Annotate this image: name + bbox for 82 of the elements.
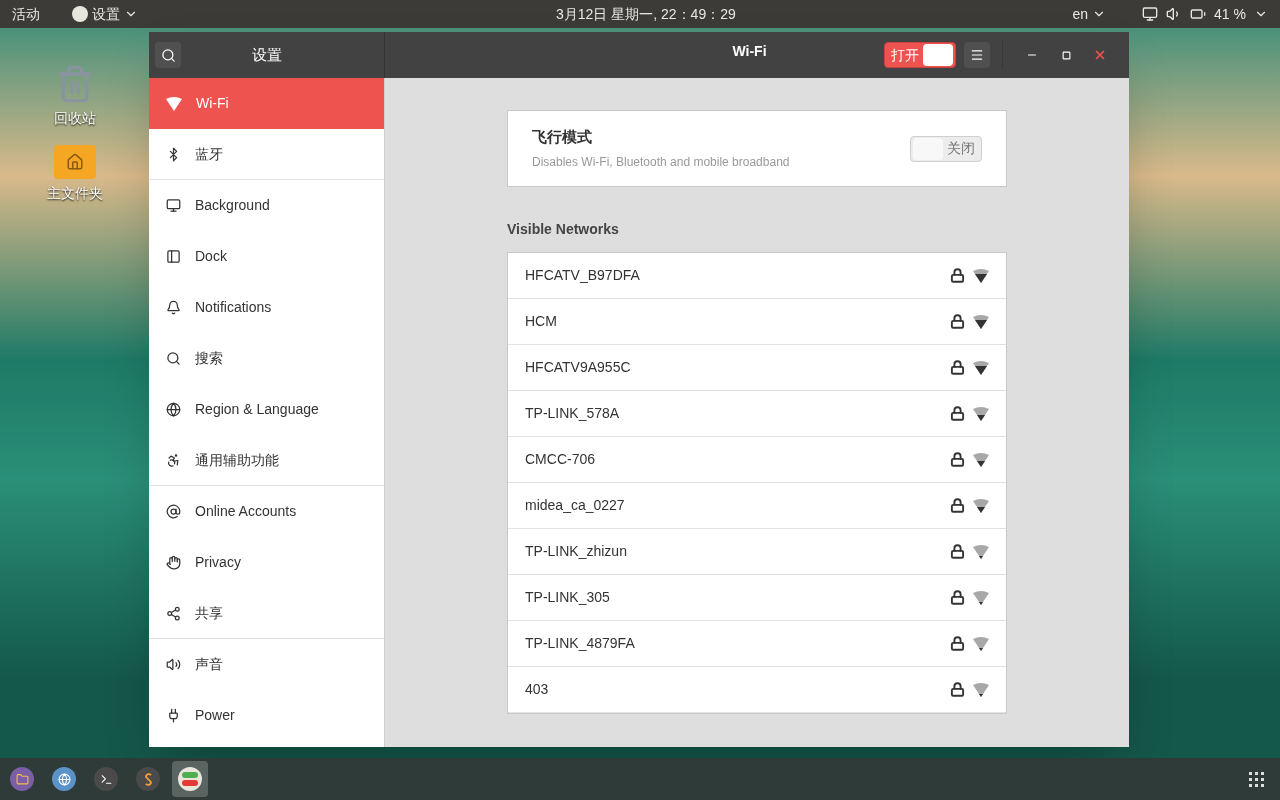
lock-icon	[950, 360, 965, 375]
sidebar-item[interactable]: 搜索	[149, 333, 384, 384]
sidebar-item[interactable]: Online Accounts	[149, 486, 384, 537]
desktop-icon-label: 主文件夹	[46, 184, 103, 203]
signal-icon	[973, 590, 989, 605]
sidebar-title: 设置	[250, 44, 283, 65]
sidebar-item[interactable]: Notifications	[149, 282, 384, 333]
maximize-icon	[1061, 50, 1071, 60]
lock-icon	[950, 406, 965, 421]
network-row[interactable]: 403	[508, 667, 1006, 713]
app-menu[interactable]: 设置	[72, 3, 138, 25]
airplane-mode-title: 飞行模式	[532, 127, 593, 148]
home-folder-icon[interactable]	[53, 145, 96, 179]
bell-icon	[166, 300, 181, 315]
airplane-mode-description: Disables Wi-Fi, Bluetooth and mobile broadband	[532, 153, 790, 171]
menu-icon	[970, 48, 984, 62]
menu-button[interactable]	[964, 42, 990, 68]
sidebar-item[interactable]: Privacy	[149, 537, 384, 588]
lock-icon	[950, 590, 965, 605]
desktop-icon-label: 回收站	[53, 109, 96, 128]
dock-icon	[166, 249, 181, 264]
network-icon	[1142, 6, 1159, 22]
sidebar-item[interactable]: 蓝牙	[149, 129, 384, 180]
signal-icon	[973, 360, 989, 375]
network-row[interactable]: midea_ca_0227	[508, 483, 1006, 529]
clock[interactable]: 3月12日 星期一, 22：49：29	[556, 3, 736, 25]
sidebar-item[interactable]: 共享	[149, 588, 384, 639]
network-row[interactable]: CMCC-706	[508, 437, 1006, 483]
signal-icon	[973, 636, 989, 651]
lock-icon	[950, 636, 965, 651]
lock-icon	[950, 314, 965, 329]
sidebar-item[interactable]: 声音	[149, 639, 384, 690]
terminal-icon	[94, 767, 118, 791]
monitor-icon	[166, 198, 181, 213]
hand-icon	[166, 555, 181, 570]
system-menu[interactable]: 41 %	[1142, 3, 1268, 25]
signal-icon	[973, 544, 989, 559]
signal-icon	[973, 314, 989, 329]
wifi-icon	[166, 96, 182, 111]
network-row[interactable]: HFCATV9A955C	[508, 345, 1006, 391]
close-icon	[1093, 48, 1107, 62]
letter-s-icon	[136, 767, 160, 791]
share-icon	[166, 605, 181, 621]
network-row[interactable]: TP-LINK_zhizun	[508, 529, 1006, 575]
sidebar-item[interactable]: 通用辅助功能	[149, 435, 384, 486]
lock-icon	[950, 268, 965, 283]
plug-icon	[166, 708, 181, 723]
search-icon	[166, 351, 181, 366]
sidebar-item[interactable]: Background	[149, 180, 384, 231]
network-row[interactable]: TP-LINK_305	[508, 575, 1006, 621]
lock-icon	[950, 682, 965, 697]
sidebar-item[interactable]: Region & Language	[149, 384, 384, 435]
lock-icon	[950, 498, 965, 513]
network-row[interactable]: HFCATV_B97DFA	[508, 253, 1006, 299]
signal-icon	[973, 452, 989, 467]
search-icon	[160, 47, 176, 63]
signal-icon	[973, 682, 989, 697]
globe-icon	[52, 767, 76, 791]
sidebar-item[interactable]: Power	[149, 690, 384, 741]
network-row[interactable]: TP-LINK_578A	[508, 391, 1006, 437]
battery-icon	[1190, 6, 1207, 22]
globe-icon	[166, 402, 181, 417]
app-grid-icon[interactable]	[1249, 771, 1264, 787]
window-title: Wi-Fi	[731, 41, 768, 61]
signal-icon	[973, 498, 989, 513]
dock-item[interactable]	[172, 761, 208, 797]
folder-icon	[10, 767, 34, 791]
section-heading: Visible Networks	[507, 220, 620, 239]
input-method-menu[interactable]: en	[1072, 3, 1107, 25]
activities-button[interactable]: 活动	[12, 3, 40, 25]
at-sign-icon	[166, 504, 181, 519]
signal-icon	[973, 268, 989, 283]
lock-icon	[950, 452, 965, 467]
signal-icon	[973, 406, 989, 421]
accessibility-icon	[166, 452, 181, 468]
toggle-switch[interactable]: 关闭	[910, 135, 982, 162]
sidebar-item[interactable]: Dock	[149, 231, 384, 282]
lock-icon	[950, 544, 965, 559]
network-row[interactable]: HCM	[508, 299, 1006, 345]
speaker-icon	[166, 657, 181, 672]
search-button[interactable]	[155, 42, 181, 68]
network-row[interactable]: TP-LINK_4879FA	[508, 621, 1006, 667]
